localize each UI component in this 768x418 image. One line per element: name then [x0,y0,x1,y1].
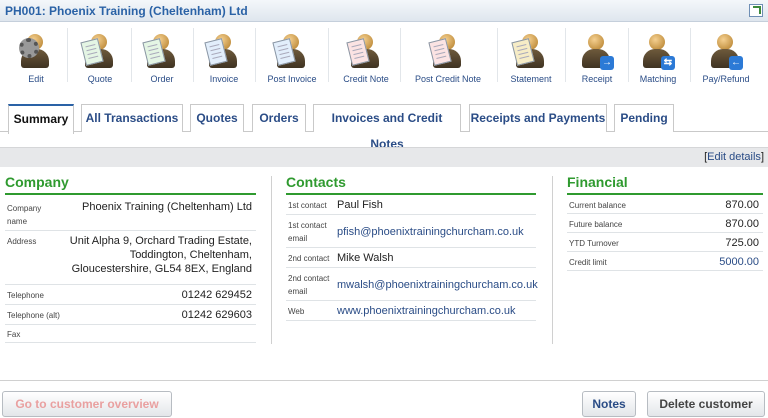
credit-note-icon [346,34,383,70]
ytd-turnover-value: 725.00 [725,237,759,249]
tab-quotes[interactable]: Quotes [190,104,244,132]
order-icon [142,34,179,70]
company-name-value: Phoenix Training (Cheltenham) Ltd [82,201,252,213]
post-invoice-button[interactable]: Post Invoice [262,28,322,86]
invoice-icon [204,34,241,70]
tab-summary[interactable]: Summary [8,104,74,134]
toolbar: Edit Quote Order Invoice Post Invoice Cr… [0,22,768,88]
company-name-row: Company name Phoenix Training (Cheltenha… [5,195,256,231]
statement-icon [511,34,548,70]
contact1-value: Paul Fish [337,199,383,211]
receipt-icon: → [580,34,614,70]
invoice-button[interactable]: Invoice [196,28,252,86]
financial-panel: Financial Current balance 870.00 Future … [567,174,763,271]
tab-pending[interactable]: Pending [614,104,674,132]
contact2-email-row: 2nd contact email mwalsh@phoenixtraining… [286,268,538,301]
contact2-value: Mike Walsh [337,252,394,264]
post-credit-note-button[interactable]: Post Credit Note [412,28,484,86]
notes-button[interactable]: Notes [582,391,636,417]
external-link-icon[interactable] [749,4,763,17]
credit-limit-value[interactable]: 5000.00 [719,255,759,269]
quote-icon [80,34,117,70]
edit-gear-icon [19,34,53,70]
footer-bar: Go to customer overview Notes Delete cus… [0,380,768,418]
address-row: Address Unit Alpha 9, Orchard Trading Es… [5,231,256,285]
current-balance-value: 870.00 [725,199,759,211]
contacts-panel: Contacts 1st contact Paul Fish 1st conta… [286,174,538,321]
telephone-row: Telephone 01242 629452 [5,285,256,305]
contact2-row: 2nd contact Mike Walsh [286,248,536,268]
pay-refund-icon: ← [709,34,743,70]
web-row: Web www.phoenixtrainingchurcham.co.uk [286,301,536,321]
fax-row: Fax [5,325,256,343]
telephone-value: 01242 629452 [181,289,252,301]
panel-divider [271,176,272,344]
company-panel: Company Company name Phoenix Training (C… [5,174,256,343]
matching-button[interactable]: ⇆ Matching [630,28,686,86]
edit-details-link[interactable]: Edit details [707,151,761,163]
tab-receipts-payments[interactable]: Receipts and Payments [469,104,607,132]
order-button[interactable]: Order [134,28,190,86]
contacts-heading: Contacts [286,174,536,195]
credit-note-button[interactable]: Credit Note [336,28,396,86]
telephone-alt-row: Telephone (alt) 01242 629603 [5,305,256,325]
web-link[interactable]: www.phoenixtrainingchurcham.co.uk [337,304,516,318]
ytd-turnover-row: YTD Turnover 725.00 [567,233,763,252]
financial-heading: Financial [567,174,763,195]
company-heading: Company [5,174,256,195]
matching-icon: ⇆ [641,34,675,70]
future-balance-row: Future balance 870.00 [567,214,763,233]
quote-button[interactable]: Quote [72,28,128,86]
address-value: Unit Alpha 9, Orchard Trading Estate, To… [69,235,252,275]
edit-button[interactable]: Edit [8,28,64,86]
credit-limit-row: Credit limit 5000.00 [567,252,763,271]
telephone-alt-value: 01242 629603 [181,309,252,321]
delete-customer-button[interactable]: Delete customer [647,391,765,417]
go-to-customer-overview-button[interactable]: Go to customer overview [2,391,172,417]
post-credit-note-icon [428,34,465,70]
receipt-button[interactable]: → Receipt [569,28,625,86]
statement-button[interactable]: Statement [503,28,559,86]
title-bar: PH001: Phoenix Training (Cheltenham) Ltd [0,0,768,22]
summary-toolbar-band: [Edit details] [0,147,768,167]
tab-orders[interactable]: Orders [252,104,306,132]
contact1-email-link[interactable]: pfish@phoenixtrainingchurcham.co.uk [337,225,524,239]
contact2-email-link[interactable]: mwalsh@phoenixtrainingchurcham.co.uk [337,278,538,292]
post-invoice-icon [272,34,309,70]
pay-refund-button[interactable]: ← Pay/Refund [696,28,756,86]
future-balance-value: 870.00 [725,218,759,230]
edit-details: [Edit details] [704,151,764,163]
contact1-row: 1st contact Paul Fish [286,195,536,215]
tab-bar: Summary All Transactions Quotes Orders I… [0,100,768,151]
contact1-email-row: 1st contact email pfish@phoenixtrainingc… [286,215,536,248]
current-balance-row: Current balance 870.00 [567,195,763,214]
window-title: PH001: Phoenix Training (Cheltenham) Ltd [5,4,248,18]
tab-invoices-credit-notes[interactable]: Invoices and Credit Notes [313,104,461,151]
panel-divider [552,176,553,344]
tab-all-transactions[interactable]: All Transactions [81,104,183,132]
